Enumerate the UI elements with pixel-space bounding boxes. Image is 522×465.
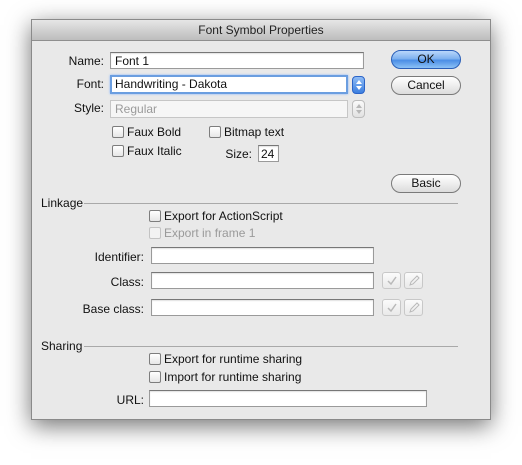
base-class-label: Base class:: [82, 302, 144, 316]
import-runtime-checkbox[interactable]: [149, 371, 161, 383]
cancel-button[interactable]: Cancel: [391, 76, 461, 95]
stepper-up-icon: [356, 80, 362, 84]
checkmark-icon: [387, 276, 397, 286]
export-runtime-checkbox[interactable]: [149, 353, 161, 365]
faux-italic-checkbox[interactable]: [112, 145, 124, 157]
export-actionscript-checkbox[interactable]: [149, 210, 161, 222]
pencil-icon: [409, 302, 420, 313]
export-frame1-checkbox[interactable]: [149, 227, 161, 239]
identifier-field[interactable]: [151, 247, 374, 264]
style-stepper[interactable]: [352, 100, 365, 118]
pencil-icon: [409, 275, 420, 286]
font-field[interactable]: Handwriting - Dakota: [110, 75, 348, 94]
base-class-edit-button[interactable]: [404, 299, 423, 316]
faux-bold-checkbox[interactable]: [112, 126, 124, 138]
url-label: URL:: [116, 393, 144, 407]
linkage-section-title: Linkage: [41, 196, 84, 210]
name-field[interactable]: Font 1: [110, 52, 364, 69]
export-frame1-label: Export in frame 1: [164, 226, 256, 240]
dialog-title: Font Symbol Properties: [32, 20, 490, 41]
sharing-divider: [84, 346, 458, 347]
name-label: Name:: [68, 54, 104, 68]
size-label: Size:: [225, 147, 252, 161]
linkage-divider: [84, 203, 458, 204]
basic-button[interactable]: Basic: [391, 174, 461, 193]
class-edit-button[interactable]: [404, 272, 423, 289]
export-actionscript-label: Export for ActionScript: [164, 209, 283, 223]
stepper-up-icon: [356, 104, 362, 108]
font-label: Font:: [76, 77, 104, 91]
size-field[interactable]: 24: [258, 145, 279, 162]
stepper-down-icon: [356, 110, 362, 114]
checkmark-icon: [387, 303, 397, 313]
style-label: Style:: [73, 101, 104, 115]
identifier-label: Identifier:: [94, 250, 144, 264]
base-class-field[interactable]: [151, 299, 374, 316]
bitmap-text-label: Bitmap text: [224, 125, 285, 139]
style-field[interactable]: Regular: [110, 100, 348, 118]
base-class-validate-button[interactable]: [382, 299, 401, 316]
faux-italic-label: Faux Italic: [127, 144, 182, 158]
import-runtime-label: Import for runtime sharing: [164, 370, 302, 384]
class-validate-button[interactable]: [382, 272, 401, 289]
class-label: Class:: [110, 275, 144, 289]
ok-button[interactable]: OK: [391, 50, 461, 69]
font-stepper[interactable]: [352, 76, 365, 94]
class-field[interactable]: [151, 272, 374, 289]
sharing-section-title: Sharing: [41, 339, 83, 353]
export-runtime-label: Export for runtime sharing: [164, 352, 303, 366]
font-symbol-properties-dialog: Font Symbol Properties Name: Font 1 Font…: [31, 19, 491, 420]
faux-bold-label: Faux Bold: [127, 125, 182, 139]
bitmap-text-checkbox[interactable]: [209, 126, 221, 138]
url-field[interactable]: [149, 390, 427, 407]
stepper-down-icon: [356, 86, 362, 90]
